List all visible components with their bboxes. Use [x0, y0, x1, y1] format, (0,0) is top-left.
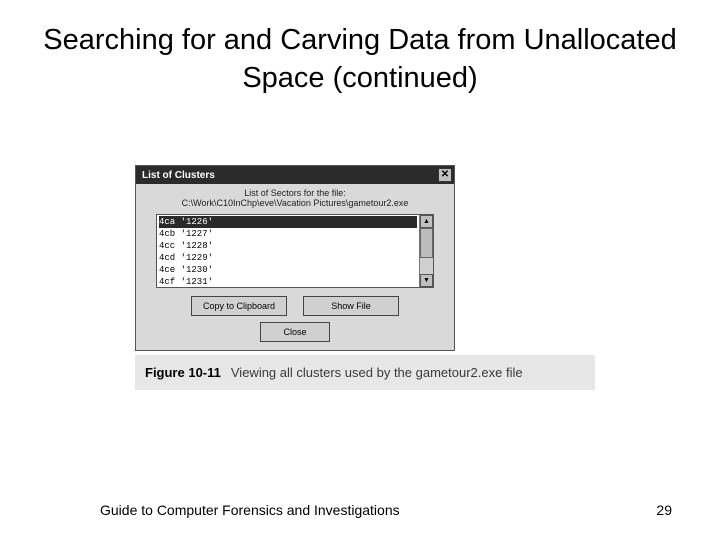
scroll-down-icon[interactable]: ▼	[420, 274, 433, 287]
page-number: 29	[656, 502, 672, 518]
clusters-dialog: List of Clusters ✕ List of Sectors for t…	[135, 165, 455, 351]
close-button[interactable]: Close	[260, 322, 330, 342]
dialog-title: List of Clusters	[142, 170, 215, 181]
footer-text: Guide to Computer Forensics and Investig…	[100, 502, 400, 518]
list-item[interactable]: 4cf '1231'	[159, 276, 417, 287]
slide-footer: Guide to Computer Forensics and Investig…	[0, 502, 720, 518]
list-item[interactable]: 4cc '1228'	[159, 240, 417, 252]
list-item[interactable]: 4ca '1226'	[159, 216, 417, 228]
dialog-label-2: C:\Work\C10InChp\eve\Vacation Pictures\g…	[142, 198, 448, 208]
dialog-label-1: List of Sectors for the file:	[142, 188, 448, 198]
button-row-1: Copy to Clipboard Show File	[142, 296, 448, 316]
scroll-up-icon[interactable]: ▲	[420, 215, 433, 228]
list-item[interactable]: 4cd '1229'	[159, 252, 417, 264]
figure-caption: Figure 10-11 Viewing all clusters used b…	[135, 355, 595, 390]
figure-text: Viewing all clusters used by the gametou…	[231, 365, 523, 380]
close-icon[interactable]: ✕	[438, 168, 452, 182]
figure-area: List of Clusters ✕ List of Sectors for t…	[135, 165, 595, 390]
scroll-track[interactable]	[420, 228, 433, 274]
list-item[interactable]: 4cb '1227'	[159, 228, 417, 240]
copy-clipboard-button[interactable]: Copy to Clipboard	[191, 296, 287, 316]
cluster-listbox[interactable]: 4ca '1226' 4cb '1227' 4cc '1228' 4cd '12…	[156, 214, 434, 288]
list-item[interactable]: 4ce '1230'	[159, 264, 417, 276]
dialog-body: List of Sectors for the file: C:\Work\C1…	[136, 184, 454, 350]
button-row-2: Close	[142, 322, 448, 342]
cluster-list[interactable]: 4ca '1226' 4cb '1227' 4cc '1228' 4cd '12…	[157, 215, 419, 287]
scrollbar[interactable]: ▲ ▼	[419, 215, 433, 287]
scroll-thumb[interactable]	[420, 228, 433, 258]
dialog-titlebar[interactable]: List of Clusters ✕	[136, 166, 454, 184]
show-file-button[interactable]: Show File	[303, 296, 399, 316]
figure-number: Figure 10-11	[145, 365, 221, 380]
slide-title: Searching for and Carving Data from Unal…	[0, 0, 720, 97]
